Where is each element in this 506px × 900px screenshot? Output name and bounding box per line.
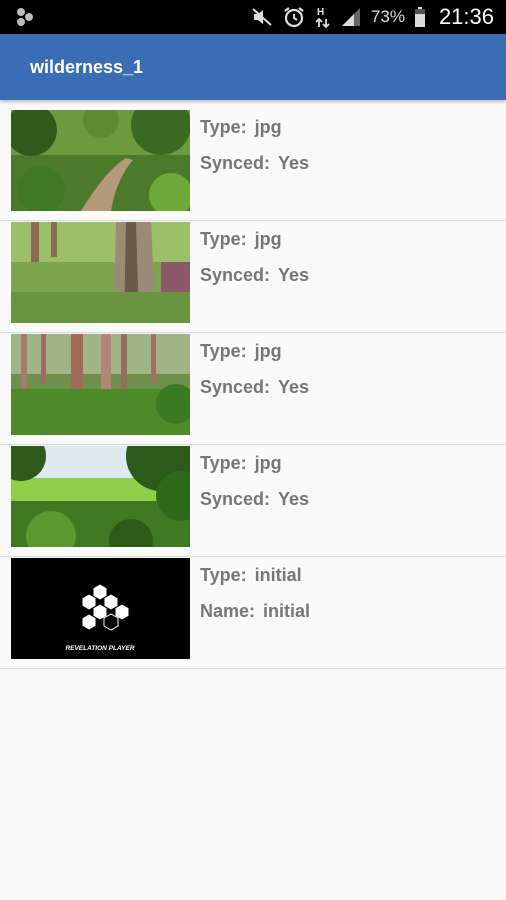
synced-field: Synced: Yes	[200, 153, 310, 173]
list-item[interactable]: REVELATION PLAYER Type: initial Name: init…	[0, 557, 506, 669]
battery-icon	[414, 6, 426, 28]
page-title: wilderness_1	[30, 56, 144, 77]
clock: 21:36	[438, 4, 494, 29]
type-field: Type: initial	[200, 565, 302, 585]
list-item[interactable]: Type: jpg Synced: Yes	[0, 445, 506, 557]
app-notification-icon	[14, 6, 36, 28]
media-list: Type: jpg Synced: Yes Type: jpg Synced: Yes	[0, 109, 506, 669]
app-bar: wilderness_1	[0, 34, 506, 100]
type-field: Type: jpg	[200, 341, 282, 361]
type-field: Type: jpg	[200, 453, 282, 473]
meadow-view-thumbnail	[11, 446, 190, 547]
synced-field: Synced: Yes	[200, 265, 310, 285]
pine-forest-thumbnail	[11, 334, 190, 435]
synced-field: Synced: Yes	[200, 489, 310, 509]
synced-field: Synced: Yes	[200, 377, 310, 397]
type-field: Type: jpg	[200, 229, 282, 249]
forest-path-thumbnail	[11, 110, 190, 211]
type-field: Type: jpg	[200, 117, 282, 137]
list-item[interactable]: Type: jpg Synced: Yes	[0, 333, 506, 445]
battery-percent: 73%	[370, 7, 405, 26]
status-bar: H 73% 21:36	[0, 0, 506, 34]
revelation-player-logo-thumbnail: REVELATION PLAYER	[11, 558, 190, 659]
tree-trunk-thumbnail	[11, 222, 190, 323]
alarm-icon	[282, 5, 306, 29]
data-transfer-icon: H	[315, 5, 331, 29]
list-item[interactable]: Type: jpg Synced: Yes	[0, 109, 506, 221]
mute-icon	[251, 6, 273, 28]
name-field: Name: initial	[200, 601, 311, 621]
list-item[interactable]: Type: jpg Synced: Yes	[0, 221, 506, 333]
logo-caption: REVELATION PLAYER	[65, 645, 134, 652]
signal-icon	[340, 6, 362, 28]
svg-text:H: H	[317, 7, 324, 18]
